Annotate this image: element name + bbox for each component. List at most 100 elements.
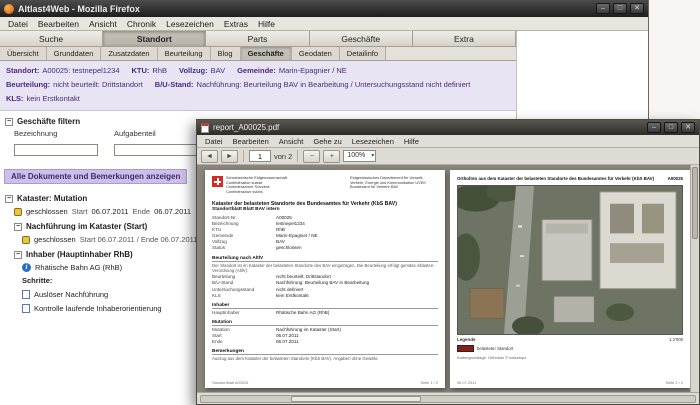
previous-page-button[interactable]: ◄ — [201, 149, 218, 163]
zoom-out-button[interactable]: − — [303, 149, 321, 163]
task-icon — [22, 303, 30, 313]
tab-zusatzdaten[interactable]: Zusatzdaten — [101, 47, 158, 60]
legend-item: belasteter Standort — [457, 345, 683, 352]
nav-tab-standort[interactable]: Standort — [103, 31, 207, 46]
section-heading: Mutation — [212, 320, 438, 326]
tab-geschaefte[interactable]: Geschäfte — [240, 47, 292, 60]
section-heading: Inhaber — [212, 303, 438, 309]
standort-value: A00025: testnepel1234 — [42, 66, 120, 75]
office-address: Eidgenössisches Departement für Umwelt, … — [350, 175, 438, 195]
viewer-window-title: report_A00025.pdf — [213, 123, 280, 132]
field-label: Ende — [212, 339, 223, 345]
menu-ansicht[interactable]: Ansicht — [274, 137, 309, 146]
lock-icon — [22, 235, 30, 244]
scrollbar-thumb[interactable] — [692, 167, 698, 239]
kls-label: KLS: — [6, 94, 24, 103]
pdf-page-2: Orthofoto aus dem Kataster der belastete… — [450, 170, 690, 388]
zoom-in-button[interactable]: + — [323, 149, 341, 163]
nav-tab-extra[interactable]: Extra — [412, 31, 517, 46]
footer-right: Seite 2 / 2 — [665, 380, 683, 385]
viewer-menubar: Datei Bearbeiten Ansicht Gehe zu Lesezei… — [197, 135, 699, 148]
lock-icon — [14, 207, 22, 216]
section-heading: Bemerkungen — [212, 349, 438, 356]
tab-beurteilung[interactable]: Beurteilung — [157, 47, 211, 60]
close-icon[interactable]: ✕ — [630, 3, 644, 14]
section-paragraph: Der Standort ist im Kataster der belaste… — [212, 262, 435, 273]
collapse-icon[interactable]: − — [5, 194, 13, 203]
minimize-icon[interactable]: – — [647, 122, 661, 133]
menu-datei[interactable]: Datei — [200, 137, 228, 146]
tab-blog[interactable]: Blog — [210, 47, 241, 60]
toolbar-separator — [297, 150, 299, 162]
menu-lesezeichen[interactable]: Lesezeichen — [347, 137, 399, 146]
swiss-cross-icon — [212, 176, 223, 187]
document-area: Schweizerische Eidgenossenschaft Confédé… — [197, 165, 699, 392]
tab-detailinfo[interactable]: Detailinfo — [339, 47, 387, 60]
bezeichnung-input[interactable] — [14, 143, 98, 156]
nachfuehrung-title: Nachführung im Kataster (Start) — [26, 222, 148, 231]
minimize-icon[interactable]: – — [596, 3, 610, 14]
beurteilung-label: Beurteilung: — [6, 80, 51, 89]
nav-tab-parts[interactable]: Parts — [206, 31, 310, 46]
close-icon[interactable]: ✕ — [681, 122, 695, 133]
legend-header-row: Legende 1:2'000 — [457, 337, 683, 342]
show-all-documents-link[interactable]: Alle Dokumente und Bemerkungen anzeigen — [4, 169, 188, 184]
firefox-titlebar[interactable]: Altlast4Web - Mozilla Firefox – □ ✕ — [0, 0, 648, 17]
next-page-button[interactable]: ► — [221, 149, 238, 163]
legend-item-label: belasteter Standort — [477, 346, 514, 351]
map-scale: 1:2'000 — [669, 337, 683, 342]
viewer-toolbar: ◄ ► von 2 − + 100% — [197, 148, 699, 165]
menu-lesezeichen[interactable]: Lesezeichen — [161, 19, 219, 29]
horizontal-scrollbar[interactable] — [200, 394, 696, 403]
menu-ansicht[interactable]: Ansicht — [84, 19, 122, 29]
maximize-icon[interactable]: □ — [613, 3, 627, 14]
field-row: Hauptinhaber Rhätische Bahn AG (RhB) — [212, 310, 438, 316]
orthophoto-title: Orthofoto aus dem Kataster der belastete… — [457, 176, 655, 181]
aufgabenteil-input[interactable] — [114, 143, 198, 156]
start-date: 06.07.2011 — [91, 207, 129, 216]
page-footer: 06.07.2011 Seite 2 / 2 — [457, 380, 683, 385]
tab-uebersicht[interactable]: Übersicht — [0, 47, 47, 60]
menu-gehe-zu[interactable]: Gehe zu — [308, 137, 346, 146]
start-label: Start — [71, 207, 88, 216]
standort-label: Standort: — [6, 66, 40, 75]
collapse-icon[interactable]: − — [14, 222, 22, 231]
window-controls: – □ ✕ — [647, 122, 695, 133]
schritt-row-kontrolle[interactable]: Kontrolle laufende Inhaberorientierung ✓ — [22, 303, 222, 313]
viewer-titlebar[interactable]: report_A00025.pdf – □ ✕ — [197, 120, 699, 135]
info-line-3: KLS: kein Erstkontakt — [6, 94, 510, 103]
nachfuehrung-state: geschlossen — [34, 235, 76, 244]
menu-hilfe[interactable]: Hilfe — [253, 19, 280, 29]
scrollbar-thumb[interactable] — [291, 395, 421, 402]
collapse-icon[interactable]: − — [5, 117, 13, 126]
tab-grunddaten[interactable]: Grunddaten — [46, 47, 102, 60]
office-line: Bundesamt für Verkehr BAV — [350, 184, 399, 190]
tab-geodaten[interactable]: Geodaten — [291, 47, 340, 60]
field-row: KLS kein Erstkontakt — [212, 293, 438, 299]
menu-extras[interactable]: Extras — [219, 19, 253, 29]
zoom-level-select[interactable]: 100% — [343, 150, 377, 162]
menu-chronik[interactable]: Chronik — [122, 19, 161, 29]
bu-stand-label: B/U-Stand: — [154, 80, 194, 89]
page-number-input[interactable] — [249, 150, 271, 162]
menu-datei[interactable]: Datei — [3, 19, 33, 29]
filter-section-title: Geschäfte filtern — [17, 117, 81, 126]
menu-hilfe[interactable]: Hilfe — [399, 137, 424, 146]
menu-bearbeiten[interactable]: Bearbeiten — [228, 137, 274, 146]
schritt-row-ausloeser[interactable]: Auslöser Nachführung ✓ — [22, 289, 222, 299]
vertical-scrollbar[interactable] — [690, 165, 699, 392]
field-label: Hauptinhaber — [212, 309, 240, 315]
bezeichnung-label: Bezeichnung — [14, 129, 58, 138]
bezeichnung-field-group: Bezeichnung — [14, 129, 98, 157]
viewer-statusbar — [197, 392, 699, 404]
nav-tab-suche[interactable]: Suche — [0, 31, 104, 46]
maximize-icon[interactable]: □ — [664, 122, 678, 133]
section-paragraph: Auszug aus dem Kataster der belasteten S… — [212, 356, 379, 362]
schritte-label: Schritte: — [22, 276, 53, 285]
field-row: Ende 06.07.2011 — [212, 339, 438, 345]
bu-stand-value: Nachführung: Beurteilung BAV in Bearbeit… — [196, 80, 471, 89]
nav-tab-geschaefte[interactable]: Geschäfte — [309, 31, 413, 46]
task-icon — [22, 289, 30, 299]
menu-bearbeiten[interactable]: Bearbeiten — [33, 19, 84, 29]
collapse-icon[interactable]: − — [14, 250, 22, 259]
